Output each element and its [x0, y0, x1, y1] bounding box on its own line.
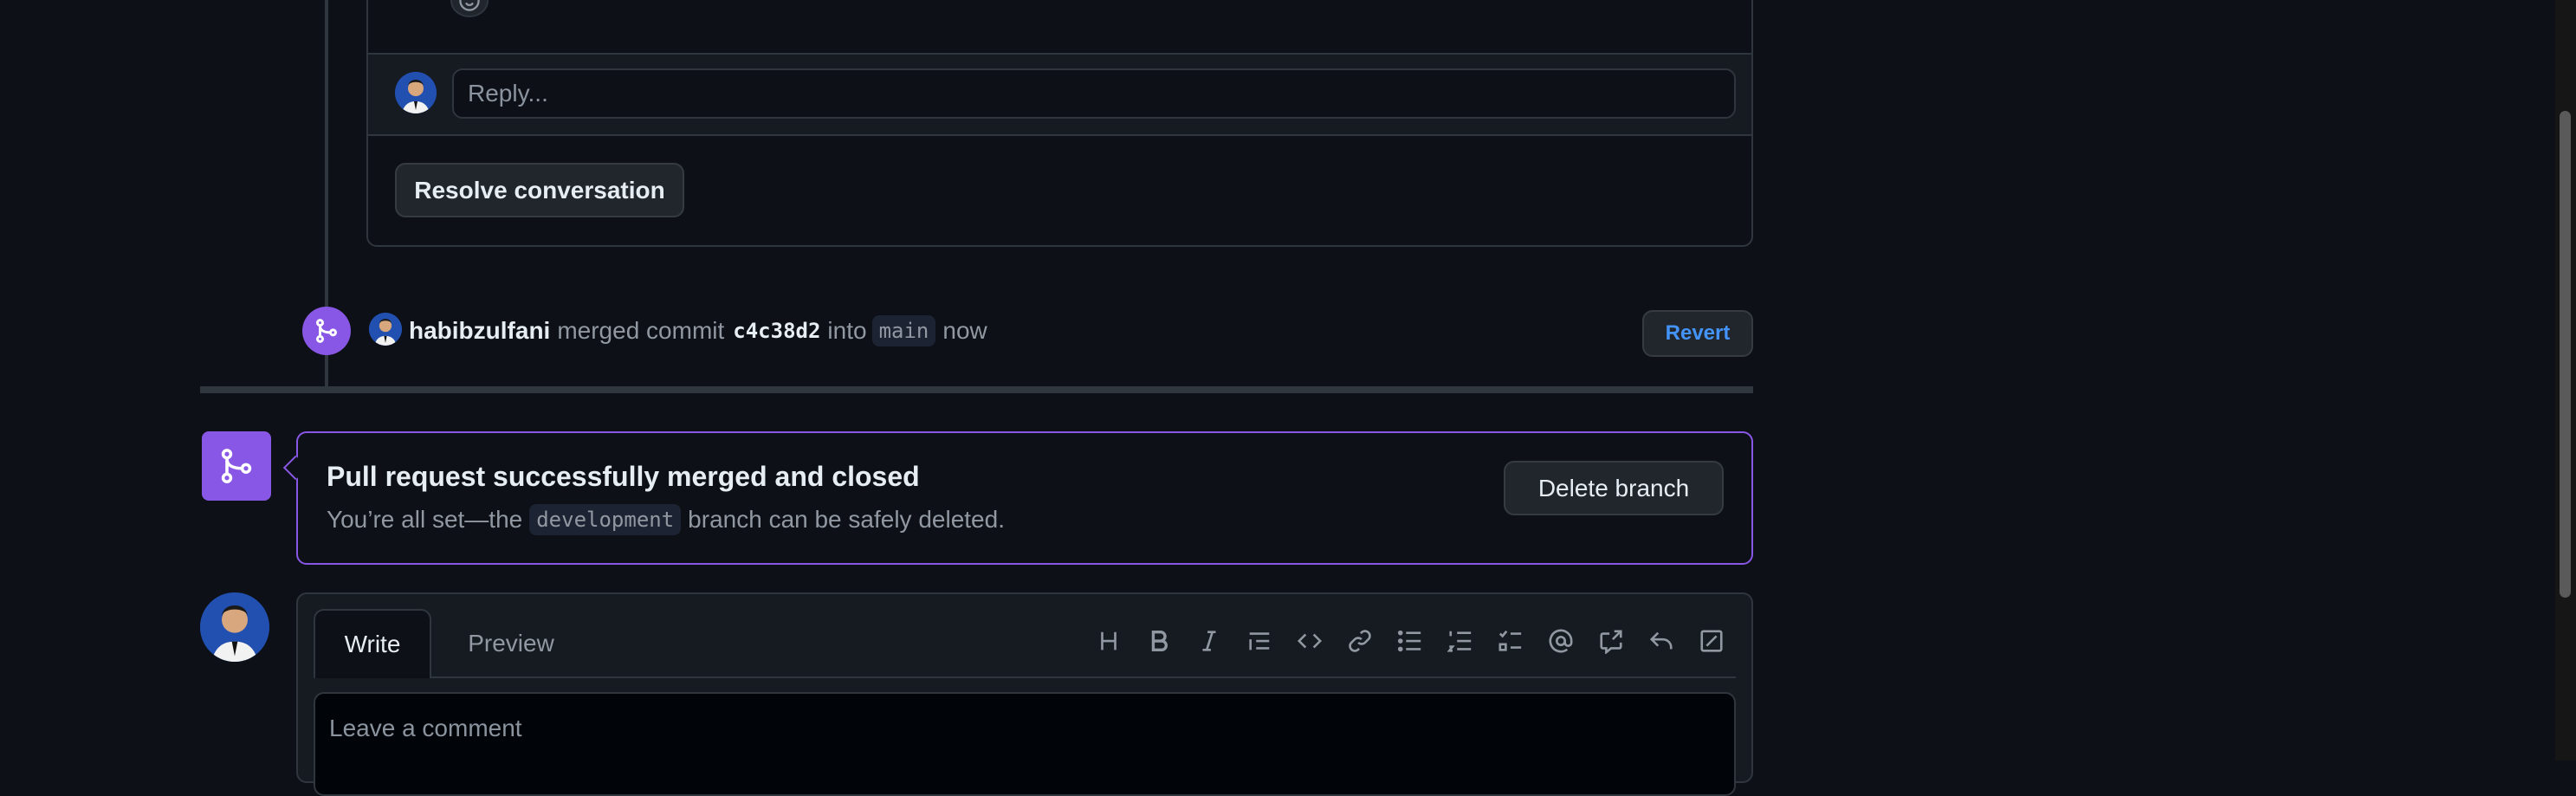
merged-sub-before: You’re all set—the	[327, 506, 523, 533]
timeline-divider	[200, 386, 1753, 393]
head-branch-label: development	[529, 504, 682, 535]
merge-action-text: merged commit	[557, 317, 725, 344]
ordered-list-icon[interactable]	[1441, 622, 1479, 660]
merge-event-text: habibzulfani merged commit c4c38d2 into …	[409, 314, 987, 348]
unordered-list-icon[interactable]	[1391, 622, 1429, 660]
merge-into-text: into	[827, 317, 867, 344]
cross-reference-icon[interactable]	[1592, 622, 1630, 660]
comment-input[interactable]	[314, 692, 1736, 796]
delete-branch-button[interactable]: Delete branch	[1504, 461, 1724, 515]
merge-event-badge	[302, 307, 351, 355]
smiley-icon	[459, 0, 480, 11]
markdown-toolbar	[1078, 622, 1731, 660]
heading-icon[interactable]	[1090, 622, 1128, 660]
merged-sub-after: branch can be safely deleted.	[688, 506, 1005, 533]
git-merge-icon	[316, 319, 337, 343]
mention-icon[interactable]	[1542, 622, 1580, 660]
task-list-icon[interactable]	[1492, 622, 1530, 660]
italic-icon[interactable]	[1190, 622, 1228, 660]
merged-status-icon-box	[202, 431, 271, 501]
git-merge-icon	[221, 449, 252, 483]
tab-preview[interactable]: Preview	[450, 609, 572, 678]
quote-icon[interactable]	[1240, 622, 1278, 660]
base-branch-label[interactable]: main	[871, 315, 936, 346]
resolve-conversation-button[interactable]: Resolve conversation	[395, 163, 684, 217]
merger-avatar[interactable]	[369, 313, 402, 346]
bold-icon[interactable]	[1140, 622, 1178, 660]
commit-sha-link[interactable]: c4c38d2	[733, 319, 820, 343]
merge-time[interactable]: now	[942, 317, 987, 345]
merged-subtitle: You’re all set—the development branch ca…	[327, 504, 1005, 535]
link-icon[interactable]	[1341, 622, 1379, 660]
user-avatar[interactable]	[200, 592, 269, 662]
merge-user-link[interactable]: habibzulfani	[409, 317, 550, 345]
code-icon[interactable]	[1291, 622, 1329, 660]
avatar	[395, 72, 437, 113]
saved-reply-icon[interactable]	[1642, 622, 1680, 660]
scrollbar-thumb[interactable]	[2560, 111, 2571, 598]
tab-write[interactable]: Write	[314, 609, 431, 678]
reply-input[interactable]	[452, 68, 1736, 119]
revert-button[interactable]: Revert	[1642, 310, 1753, 357]
merged-title: Pull request successfully merged and clo…	[327, 461, 920, 492]
fullscreen-icon[interactable]	[1693, 622, 1731, 660]
